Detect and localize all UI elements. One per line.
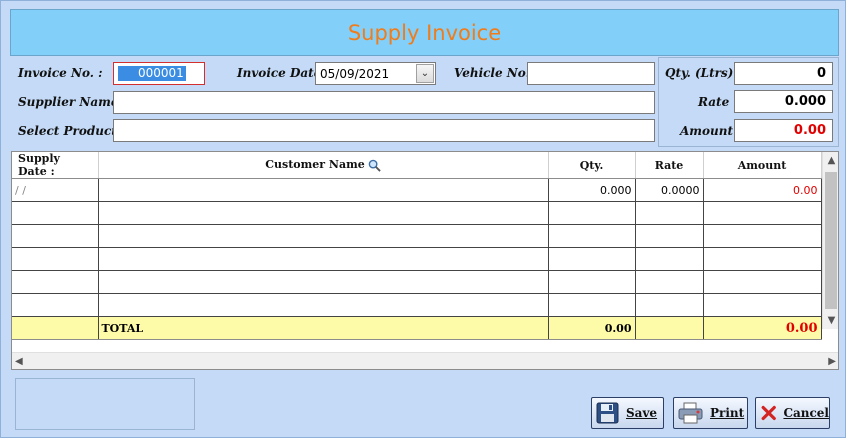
cancel-label: Cancel — [783, 406, 829, 420]
cell-customer-name[interactable] — [98, 178, 549, 202]
scroll-thumb[interactable] — [825, 172, 837, 309]
cell-empty[interactable] — [548, 293, 636, 317]
title-bar: Supply Invoice — [10, 9, 839, 56]
scroll-down-icon[interactable]: ▼ — [823, 312, 838, 329]
supply-grid[interactable]: Supply Date : Customer Name Qty. Rate Am… — [11, 151, 839, 370]
col-header-qty[interactable]: Qty. — [548, 152, 636, 179]
table-row[interactable]: / / 0.000 0.0000 0.00 — [12, 178, 822, 202]
cell-empty[interactable] — [548, 270, 636, 294]
cell-empty[interactable] — [98, 247, 549, 271]
total-cell-empty — [635, 316, 704, 340]
total-amount: 0.00 — [703, 316, 822, 340]
invoice-no-field[interactable]: 000001 — [113, 62, 205, 85]
supply-invoice-window: Supply Invoice Invoice No. : 000001 Invo… — [0, 0, 846, 438]
cell-empty[interactable] — [703, 201, 822, 225]
window-title: Supply Invoice — [347, 20, 502, 45]
cell-empty[interactable] — [635, 293, 704, 317]
col-header-supply-date[interactable]: Supply Date : — [12, 152, 99, 179]
col-header-amount[interactable]: Amount — [703, 152, 822, 179]
vehicle-no-label: Vehicle No. : — [454, 66, 539, 80]
cell-amount[interactable]: 0.00 — [703, 178, 822, 202]
amount-value: 0.00 — [793, 123, 826, 138]
floppy-disk-icon — [596, 402, 619, 424]
rate-label: Rate : — [698, 95, 738, 109]
total-qty: 0.00 — [548, 316, 636, 340]
horizontal-scrollbar[interactable]: ◀ ▶ — [12, 352, 838, 369]
invoice-no-value: 000001 — [118, 66, 186, 81]
vehicle-no-field[interactable] — [527, 62, 655, 85]
cell-supply-date[interactable]: / / — [12, 178, 99, 202]
total-row: TOTAL 0.00 0.00 — [12, 316, 822, 340]
table-row[interactable] — [12, 224, 822, 248]
col-header-rate[interactable]: Rate — [635, 152, 704, 179]
cell-empty[interactable] — [703, 293, 822, 317]
scroll-up-icon[interactable]: ▲ — [823, 152, 838, 169]
supply-table: Supply Date : Customer Name Qty. Rate Am… — [12, 152, 822, 340]
cell-empty[interactable] — [703, 270, 822, 294]
total-label: TOTAL — [98, 316, 549, 340]
cell-empty[interactable] — [98, 270, 549, 294]
cancel-button[interactable]: Cancel — [755, 397, 830, 429]
grid-header-row: Supply Date : Customer Name Qty. Rate Am… — [12, 152, 822, 179]
cell-rate[interactable]: 0.0000 — [635, 178, 704, 202]
cell-empty[interactable] — [12, 224, 99, 248]
chevron-down-icon[interactable]: ⌄ — [416, 64, 434, 83]
rate-value: 0.000 — [784, 94, 826, 109]
scroll-right-icon[interactable]: ▶ — [828, 356, 836, 367]
table-row[interactable] — [12, 201, 822, 225]
invoice-no-label: Invoice No. : — [18, 66, 103, 80]
cell-empty[interactable] — [98, 224, 549, 248]
cell-empty[interactable] — [98, 201, 549, 225]
cell-empty[interactable] — [548, 201, 636, 225]
invoice-date-picker[interactable]: 05/09/2021 ⌄ — [315, 62, 436, 85]
save-label: Save — [626, 406, 658, 420]
cell-empty[interactable] — [548, 224, 636, 248]
qty-field[interactable]: 0 — [734, 62, 833, 85]
table-row[interactable] — [12, 293, 822, 317]
table-row[interactable] — [12, 247, 822, 271]
select-product-field[interactable] — [113, 119, 655, 142]
magnifier-icon[interactable] — [368, 159, 381, 172]
cell-empty[interactable] — [635, 247, 704, 271]
save-button[interactable]: Save — [591, 397, 664, 429]
cell-qty[interactable]: 0.000 — [548, 178, 636, 202]
qty-label: Qty. (Ltrs) : — [665, 66, 742, 80]
print-button[interactable]: Print — [673, 397, 748, 429]
cell-empty[interactable] — [12, 270, 99, 294]
printer-icon — [678, 402, 703, 424]
supplier-name-label: Supplier Name : — [18, 95, 128, 109]
invoice-date-value: 05/09/2021 — [320, 66, 390, 81]
status-panel — [15, 378, 195, 430]
cell-empty[interactable] — [635, 201, 704, 225]
cell-empty[interactable] — [12, 201, 99, 225]
total-cell-empty — [12, 316, 99, 340]
print-label: Print — [710, 406, 745, 420]
cell-empty[interactable] — [703, 247, 822, 271]
supplier-name-field[interactable] — [113, 91, 655, 114]
amount-field[interactable]: 0.00 — [734, 119, 833, 142]
qty-value: 0 — [816, 66, 826, 81]
cell-empty[interactable] — [635, 224, 704, 248]
cell-empty[interactable] — [635, 270, 704, 294]
cell-empty[interactable] — [548, 247, 636, 271]
table-row[interactable] — [12, 270, 822, 294]
select-product-label: Select Product : — [18, 124, 126, 138]
col-header-customer-name[interactable]: Customer Name — [98, 152, 549, 179]
cell-empty[interactable] — [98, 293, 549, 317]
cell-empty[interactable] — [12, 293, 99, 317]
vertical-scrollbar[interactable]: ▲ ▼ — [822, 152, 838, 329]
cell-empty[interactable] — [703, 224, 822, 248]
red-x-icon — [761, 405, 776, 421]
cell-empty[interactable] — [12, 247, 99, 271]
rate-field[interactable]: 0.000 — [734, 90, 833, 113]
scroll-left-icon[interactable]: ◀ — [15, 356, 23, 367]
amount-label: Amount : — [680, 124, 742, 138]
